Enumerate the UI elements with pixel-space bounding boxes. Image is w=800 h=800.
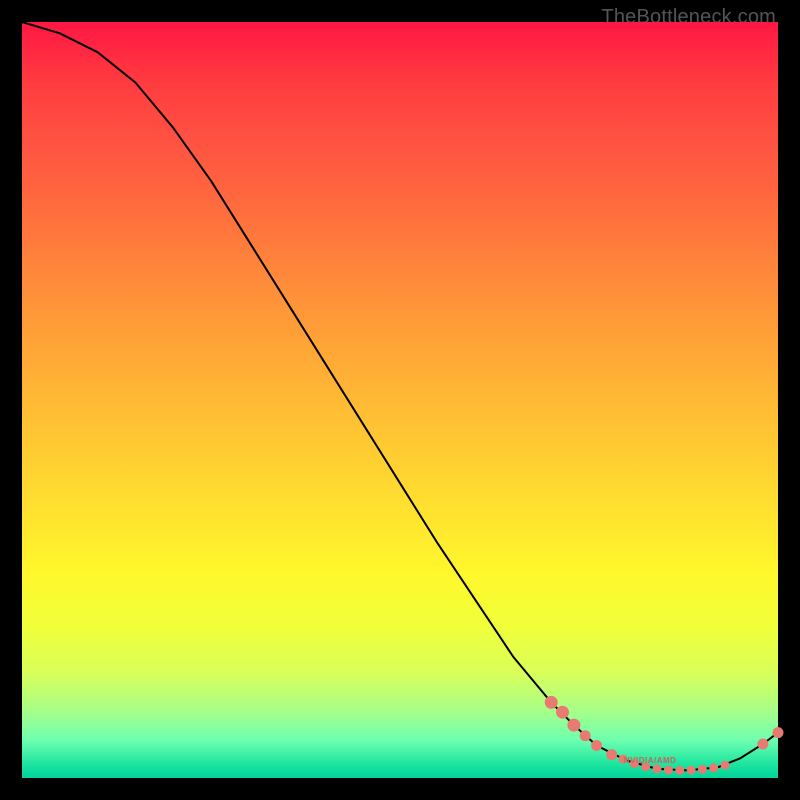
marker-point — [642, 763, 650, 771]
marker-point — [721, 761, 729, 769]
marker-point — [698, 765, 706, 773]
marker-point — [545, 696, 557, 708]
marker-point — [580, 731, 590, 741]
marker-point — [710, 764, 718, 772]
marker-point — [630, 760, 638, 768]
marker-point — [607, 750, 617, 760]
marker-point — [773, 728, 783, 738]
marker-point — [687, 766, 695, 774]
marker-point — [653, 765, 661, 773]
bottleneck-curve — [22, 22, 778, 770]
marker-point — [664, 766, 672, 774]
chart-frame: TheBottleneck.com NVIDIA/AMD — [0, 0, 800, 800]
plot-area: NVIDIA/AMD — [22, 22, 778, 778]
chart-svg — [22, 22, 778, 778]
marker-group — [545, 696, 783, 774]
marker-point — [557, 706, 569, 718]
marker-point — [758, 739, 768, 749]
marker-point — [592, 741, 602, 751]
marker-point — [619, 755, 627, 763]
marker-point — [568, 719, 580, 731]
marker-point — [676, 766, 684, 774]
